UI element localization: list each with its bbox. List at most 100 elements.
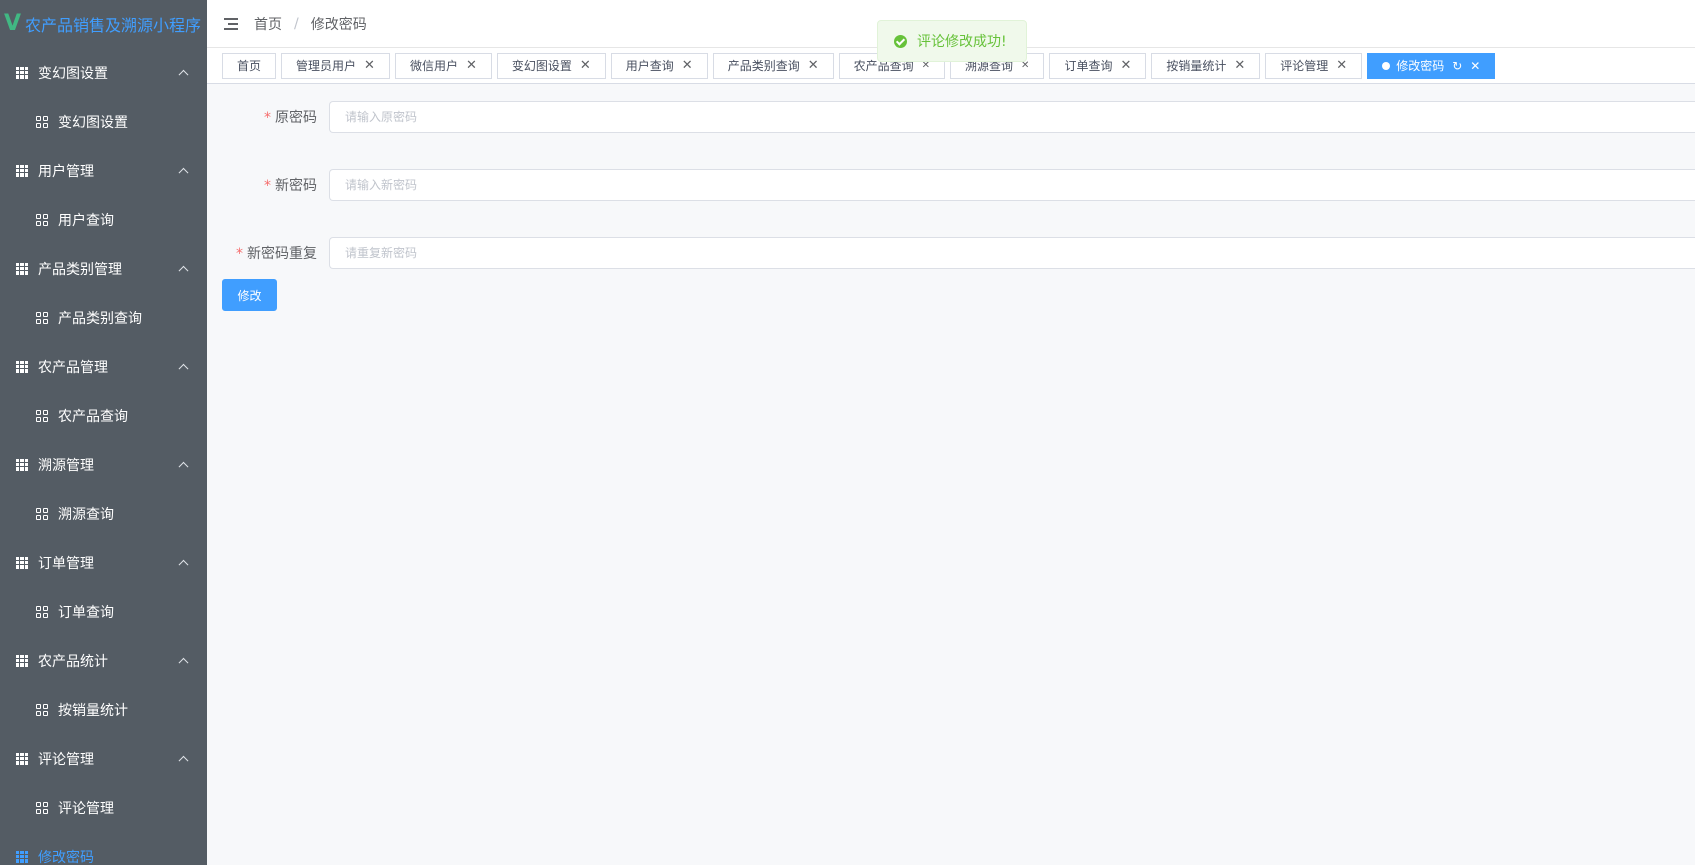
close-icon[interactable]: ✕ xyxy=(808,59,819,72)
close-icon[interactable]: ✕ xyxy=(682,59,693,72)
menu-label: 修改密码 xyxy=(38,849,94,865)
required-mark: * xyxy=(264,110,271,126)
tag-label: 变幻图设置 xyxy=(511,59,572,73)
tag-wechat-users[interactable]: 微信用户 ✕ xyxy=(394,52,492,79)
sidebar-item-label: 变幻图设置 xyxy=(58,114,128,131)
tag-label: 产品类别查询 xyxy=(727,59,800,73)
app-title: 农产品销售及溯源小程序 xyxy=(25,16,202,35)
check-circle-icon xyxy=(894,34,907,48)
chevron-up-icon xyxy=(178,559,189,570)
grid-icon xyxy=(16,458,28,471)
tag-comment-management[interactable]: 评论管理 ✕ xyxy=(1265,52,1363,79)
old-password-input[interactable] xyxy=(329,101,1695,133)
close-icon[interactable]: ✕ xyxy=(364,59,375,72)
sidebar-item-label: 溯源查询 xyxy=(58,506,114,523)
sidebar-item-order-query[interactable]: 订单查询 xyxy=(0,587,207,636)
new-password-label: * 新密码 xyxy=(207,175,329,195)
sidebar-item-label: 农产品查询 xyxy=(58,408,128,425)
new-password-label-text: 新密码 xyxy=(275,178,317,194)
close-icon[interactable]: ✕ xyxy=(580,59,591,72)
menu-group-users: 用户管理 用户查询 xyxy=(0,146,207,244)
sidebar-item-banner-settings[interactable]: 变幻图设置 xyxy=(0,97,207,146)
required-mark: * xyxy=(236,246,243,262)
sidebar-item-label: 订单查询 xyxy=(58,604,114,621)
toast-message: 评论修改成功! xyxy=(917,34,1007,50)
menu-label: 农产品管理 xyxy=(38,359,108,376)
menu-group-products: 农产品管理 农产品查询 xyxy=(0,342,207,440)
close-icon[interactable]: ✕ xyxy=(466,59,477,72)
menu-label: 用户管理 xyxy=(38,163,94,180)
form-row-new-password: * 新密码 xyxy=(207,169,1695,201)
menu-banner-settings[interactable]: 变幻图设置 xyxy=(0,48,207,97)
vue-logo-icon: V xyxy=(4,11,22,36)
sidebar-item-change-password[interactable]: 修改密码 xyxy=(0,832,207,865)
required-mark: * xyxy=(264,178,271,194)
close-icon[interactable]: ✕ xyxy=(1120,59,1131,72)
apps-icon xyxy=(36,409,48,422)
sidebar-item-comment-management[interactable]: 评论管理 xyxy=(0,783,207,832)
menu-category-management[interactable]: 产品类别管理 xyxy=(0,244,207,293)
sidebar-item-sales-stats[interactable]: 按销量统计 xyxy=(0,685,207,734)
tag-label: 订单查询 xyxy=(1064,59,1113,73)
menu-product-stats[interactable]: 农产品统计 xyxy=(0,636,207,685)
tag-user-query[interactable]: 用户查询 ✕ xyxy=(610,52,708,79)
repeat-password-input[interactable] xyxy=(329,237,1695,269)
sidebar-item-category-query[interactable]: 产品类别查询 xyxy=(0,293,207,342)
chevron-up-icon xyxy=(178,167,189,178)
grid-icon xyxy=(16,556,28,569)
menu-label: 订单管理 xyxy=(38,555,94,572)
menu-order-management[interactable]: 订单管理 xyxy=(0,538,207,587)
menu-group-orders: 订单管理 订单查询 xyxy=(0,538,207,636)
submit-button[interactable]: 修改 xyxy=(222,279,277,311)
apps-icon xyxy=(36,507,48,520)
tag-label: 用户查询 xyxy=(625,59,674,73)
tag-sales-stats[interactable]: 按销量统计 ✕ xyxy=(1151,52,1261,79)
menu-group-category: 产品类别管理 产品类别查询 xyxy=(0,244,207,342)
tag-label: 首页 xyxy=(237,59,262,73)
success-toast: 评论修改成功! xyxy=(877,20,1027,62)
sidebar-item-user-query[interactable]: 用户查询 xyxy=(0,195,207,244)
tag-label: 管理员用户 xyxy=(296,59,357,73)
tag-category-query[interactable]: 产品类别查询 ✕ xyxy=(712,52,834,79)
close-icon[interactable]: ✕ xyxy=(1234,59,1245,72)
hamburger-icon[interactable] xyxy=(224,17,238,30)
repeat-password-label-text: 新密码重复 xyxy=(247,246,317,262)
app-logo[interactable]: V 农产品销售及溯源小程序 xyxy=(0,0,207,48)
sidebar-item-trace-query[interactable]: 溯源查询 xyxy=(0,489,207,538)
close-icon[interactable]: ✕ xyxy=(1336,59,1347,72)
menu-product-management[interactable]: 农产品管理 xyxy=(0,342,207,391)
close-icon[interactable]: ✕ xyxy=(922,60,930,71)
menu-group-trace: 溯源管理 溯源查询 xyxy=(0,440,207,538)
chevron-up-icon xyxy=(178,657,189,668)
repeat-password-label: * 新密码重复 xyxy=(207,243,329,263)
breadcrumb-current: 修改密码 xyxy=(310,16,367,33)
apps-icon xyxy=(36,311,48,324)
sidebar: V 农产品销售及溯源小程序 变幻图设置 变幻图设置 用户管理 用户查询 产品类别… xyxy=(0,0,207,865)
sidebar-item-label: 用户查询 xyxy=(58,212,114,229)
refresh-icon[interactable]: ↻ xyxy=(1452,59,1462,73)
tag-banner-settings[interactable]: 变幻图设置 ✕ xyxy=(496,52,606,79)
tag-admin-users[interactable]: 管理员用户 ✕ xyxy=(281,52,390,79)
menu-group-comments: 评论管理 评论管理 xyxy=(0,734,207,832)
menu-user-management[interactable]: 用户管理 xyxy=(0,146,207,195)
sidebar-item-label: 按销量统计 xyxy=(58,702,128,719)
sidebar-item-label: 评论管理 xyxy=(58,800,114,817)
sidebar-item-product-query[interactable]: 农产品查询 xyxy=(0,391,207,440)
breadcrumb-home[interactable]: 首页 xyxy=(254,14,282,34)
tag-change-password[interactable]: 修改密码 ↻ ✕ xyxy=(1367,52,1496,79)
active-dot-icon xyxy=(1382,61,1391,70)
chevron-up-icon xyxy=(178,69,189,80)
form-row-repeat-password: * 新密码重复 xyxy=(207,237,1695,269)
menu-comment-management[interactable]: 评论管理 xyxy=(0,734,207,783)
grid-icon xyxy=(16,164,28,177)
menu-trace-management[interactable]: 溯源管理 xyxy=(0,440,207,489)
close-icon[interactable]: ✕ xyxy=(1470,60,1480,72)
apps-icon xyxy=(36,213,48,226)
close-icon[interactable]: ✕ xyxy=(1021,60,1029,71)
tag-home[interactable]: 首页 xyxy=(222,52,277,79)
tag-order-query[interactable]: 订单查询 ✕ xyxy=(1049,52,1147,79)
tag-label: 修改密码 xyxy=(1396,59,1445,73)
new-password-input[interactable] xyxy=(329,169,1695,201)
menu-label: 评论管理 xyxy=(38,751,94,768)
chevron-up-icon xyxy=(178,461,189,472)
